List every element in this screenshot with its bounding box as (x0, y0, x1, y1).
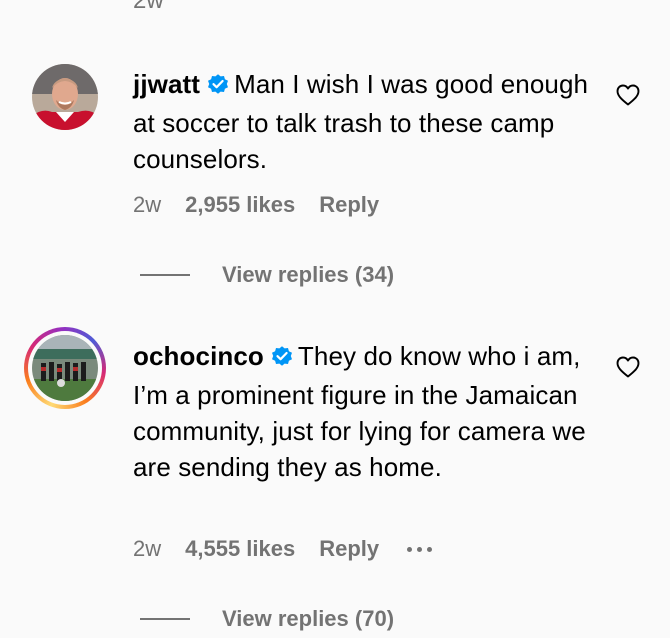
avatar (32, 335, 98, 401)
story-ring-avatar[interactable] (24, 327, 106, 409)
comments-panel: 2w jjwatt Man I wish I was good enough at… (0, 0, 670, 638)
comment-meta: 2w 4,555 likes Reply (133, 536, 433, 562)
comment-time[interactable]: 2w (133, 536, 161, 562)
replies-divider-line (140, 618, 190, 620)
view-replies-label: View replies (34) (222, 262, 395, 287)
view-replies-button[interactable]: View replies (34) (140, 262, 394, 288)
comment-meta: 2w 2,955 likes Reply (133, 192, 379, 218)
likes-count[interactable]: 4,555 likes (185, 536, 295, 562)
username-link[interactable]: ochocinco (133, 341, 264, 371)
previous-comment-time: 2w (133, 0, 164, 14)
avatar[interactable] (32, 64, 98, 130)
comment-body: Man I wish I was good enough at soccer t… (133, 69, 589, 174)
likes-count[interactable]: 2,955 likes (185, 192, 295, 218)
comment-text-block: ochocinco They do know who i am, I’m a pr… (133, 338, 593, 485)
heart-outline-icon[interactable] (616, 84, 640, 111)
reply-button[interactable]: Reply (319, 192, 379, 218)
comment-text-block: jjwatt Man I wish I was good enough at so… (133, 66, 593, 177)
view-replies-button[interactable]: View replies (70) (140, 606, 394, 632)
username-link[interactable]: jjwatt (133, 69, 200, 99)
comment-time[interactable]: 2w (133, 192, 161, 218)
reply-button[interactable]: Reply (319, 536, 379, 562)
more-options-icon[interactable] (407, 544, 433, 554)
verified-badge-icon (206, 69, 230, 105)
replies-divider-line (140, 274, 190, 276)
view-replies-label: View replies (70) (222, 606, 395, 631)
heart-outline-icon[interactable] (616, 356, 640, 383)
verified-badge-icon (270, 341, 294, 377)
